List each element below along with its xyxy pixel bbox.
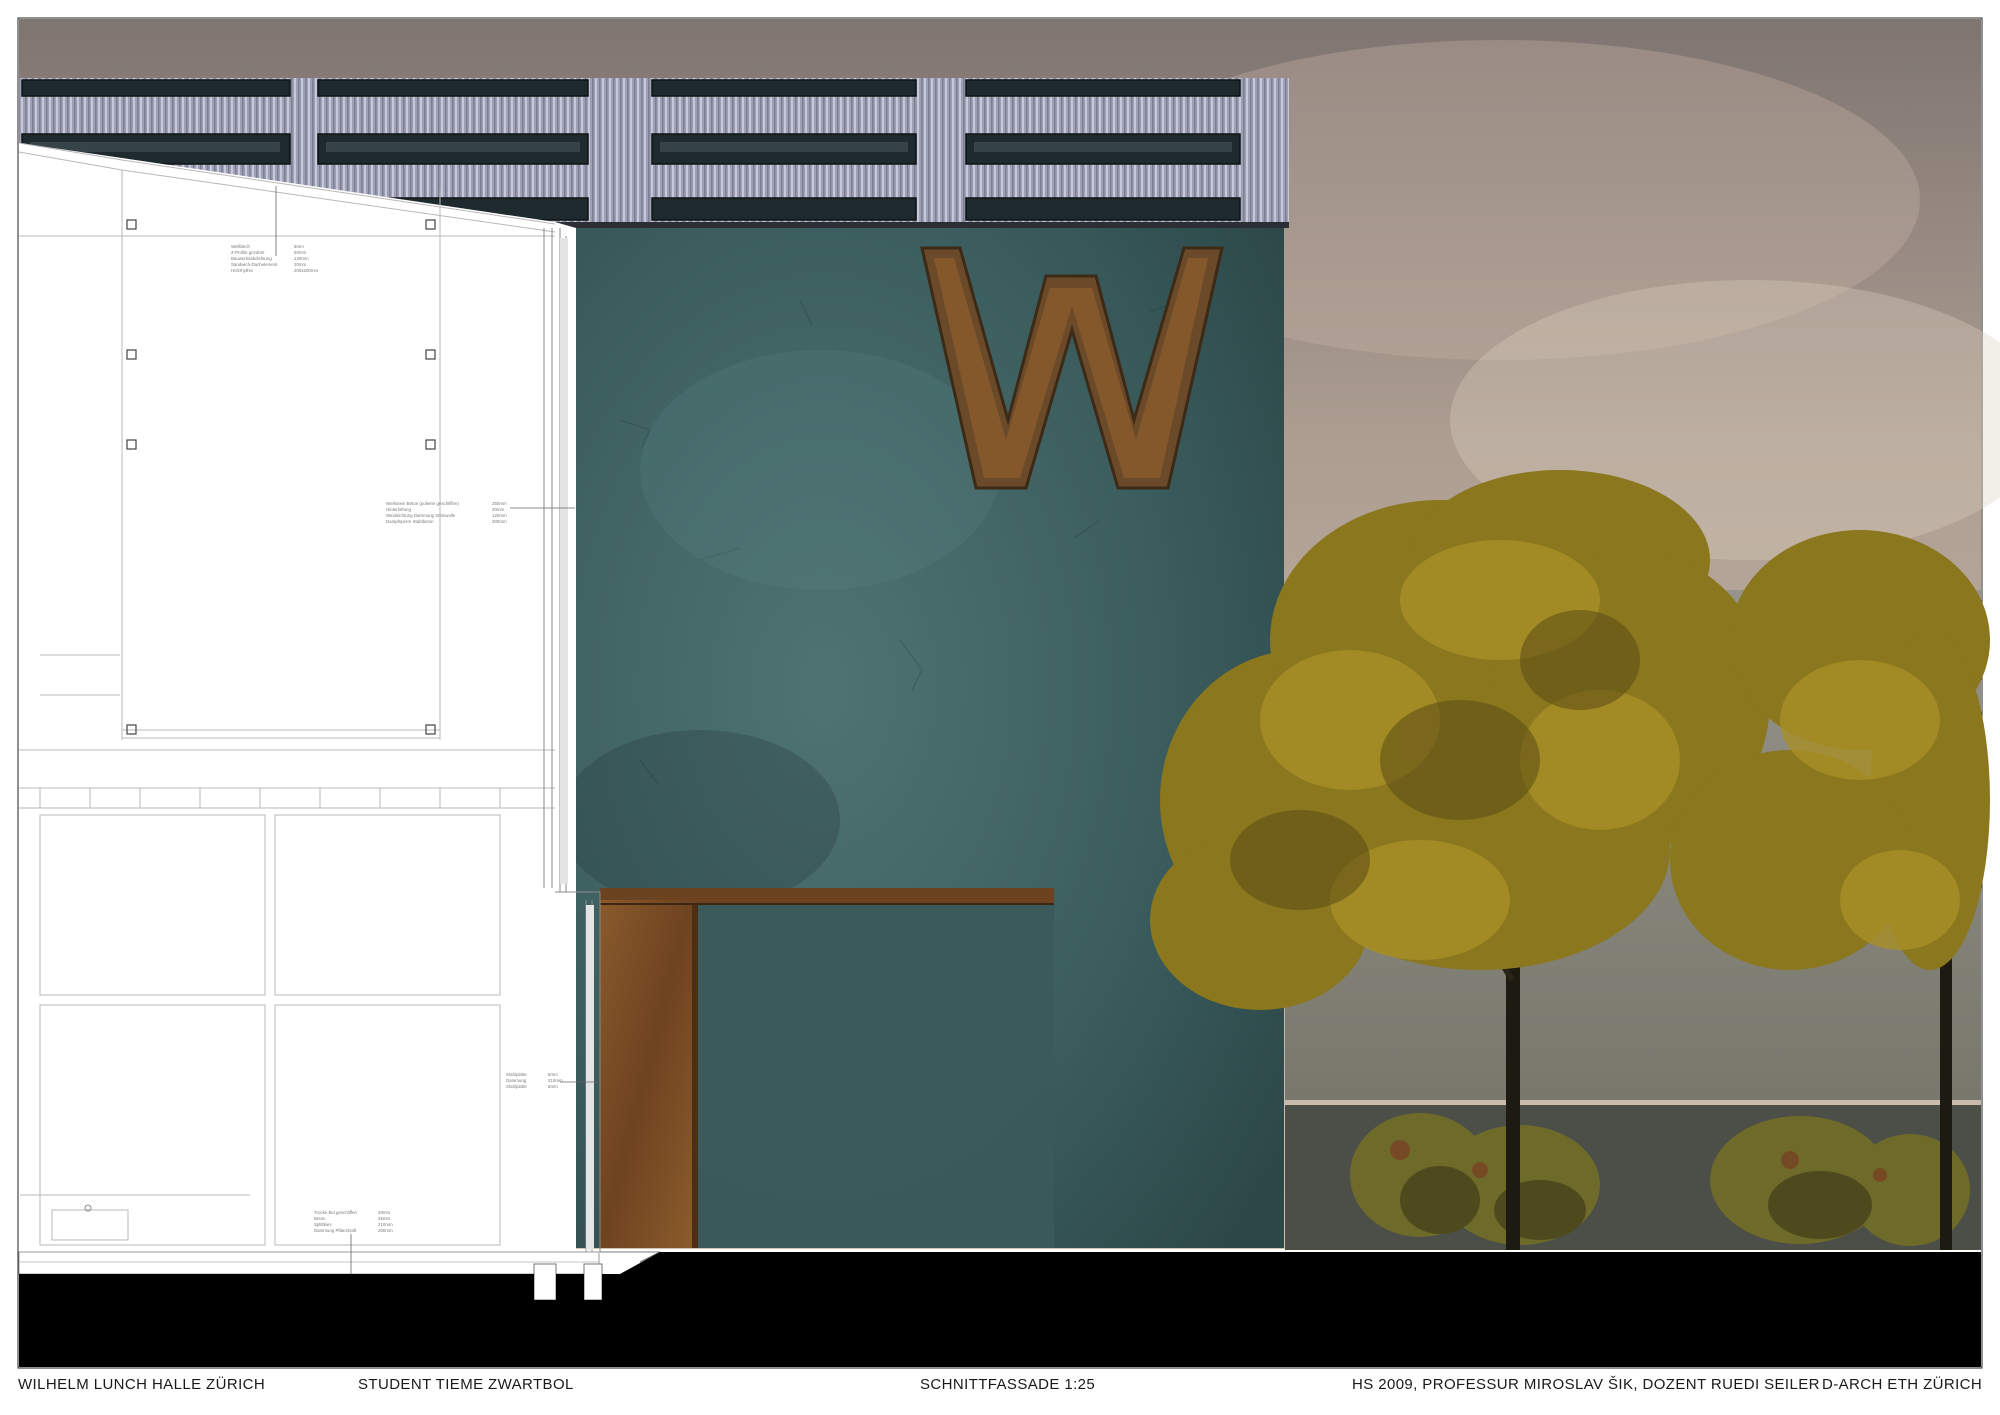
svg-text:35mm: 35mm	[378, 1216, 391, 1221]
svg-text:Dammung Pflanzkraft: Dammung Pflanzkraft	[314, 1228, 357, 1233]
facade-section-drawing: Wellblech Z-Profile gezahnt Bauwerksabdi…	[0, 0, 2000, 1415]
svg-text:20mm: 20mm	[294, 262, 307, 267]
svg-text:120mm: 120mm	[294, 256, 309, 261]
footer-drawing-title: SCHNITTFASSADE 1:25	[920, 1376, 1096, 1393]
footer-semester: HS 2009, PROFESSUR MIROSLAV ŠIK, DOZENT …	[1352, 1376, 1820, 1393]
svg-text:Stahlplatte: Stahlplatte	[506, 1072, 527, 1077]
footer-project: WILHELM LUNCH HALLE ZÜRICH	[18, 1376, 266, 1393]
svg-text:210mm: 210mm	[378, 1222, 393, 1227]
interior-section	[18, 142, 661, 1301]
svg-text:20mm: 20mm	[492, 507, 505, 512]
svg-text:8mm: 8mm	[294, 244, 304, 249]
svg-text:210mm: 210mm	[548, 1078, 563, 1083]
svg-text:Trocke Bel geschliffen: Trocke Bel geschliffen	[314, 1210, 358, 1215]
svg-text:Splittkies: Splittkies	[314, 1222, 332, 1227]
svg-text:250mm: 250mm	[492, 501, 507, 506]
svg-text:Dammung: Dammung	[506, 1078, 527, 1083]
footer-school: D-ARCH ETH ZÜRICH	[1822, 1376, 1983, 1393]
svg-text:Bauwerksabdichtung: Bauwerksabdichtung	[231, 256, 272, 261]
svg-text:Beton: Beton	[314, 1216, 326, 1221]
svg-text:200mm: 200mm	[378, 1228, 393, 1233]
svg-text:Z-Profile gezahnt: Z-Profile gezahnt	[231, 250, 265, 255]
hedge-wall	[1285, 1105, 1981, 1250]
svg-text:Hinterluftung: Hinterluftung	[386, 507, 411, 512]
svg-text:20mm: 20mm	[378, 1210, 391, 1215]
svg-text:Sandwich-Dachelement: Sandwich-Dachelement	[231, 262, 278, 267]
weathering-steel-panel	[600, 888, 1054, 1248]
svg-text:5mm: 5mm	[548, 1084, 558, 1089]
svg-text:120mm: 120mm	[492, 513, 507, 518]
svg-text:Holzrhythm: Holzrhythm	[231, 268, 254, 273]
svg-text:200x200mm: 200x200mm	[294, 268, 319, 273]
svg-text:Stahlplatte: Stahlplatte	[506, 1084, 527, 1089]
svg-text:60mm: 60mm	[294, 250, 307, 255]
svg-text:300mm: 300mm	[492, 519, 507, 524]
svg-text:5mm: 5mm	[548, 1072, 558, 1077]
svg-text:Winddichtung Dammung Steinwoll: Winddichtung Dammung Steinwolle	[386, 513, 456, 518]
svg-text:Dampfsperre Stahlbeton: Dampfsperre Stahlbeton	[386, 519, 434, 524]
svg-text:Werkstein Beton (polierte gesc: Werkstein Beton (polierte geschliffen)	[386, 501, 459, 506]
svg-text:Wellblech: Wellblech	[231, 244, 251, 249]
footer-student: STUDENT TIEME ZWARTBOL	[358, 1376, 574, 1393]
